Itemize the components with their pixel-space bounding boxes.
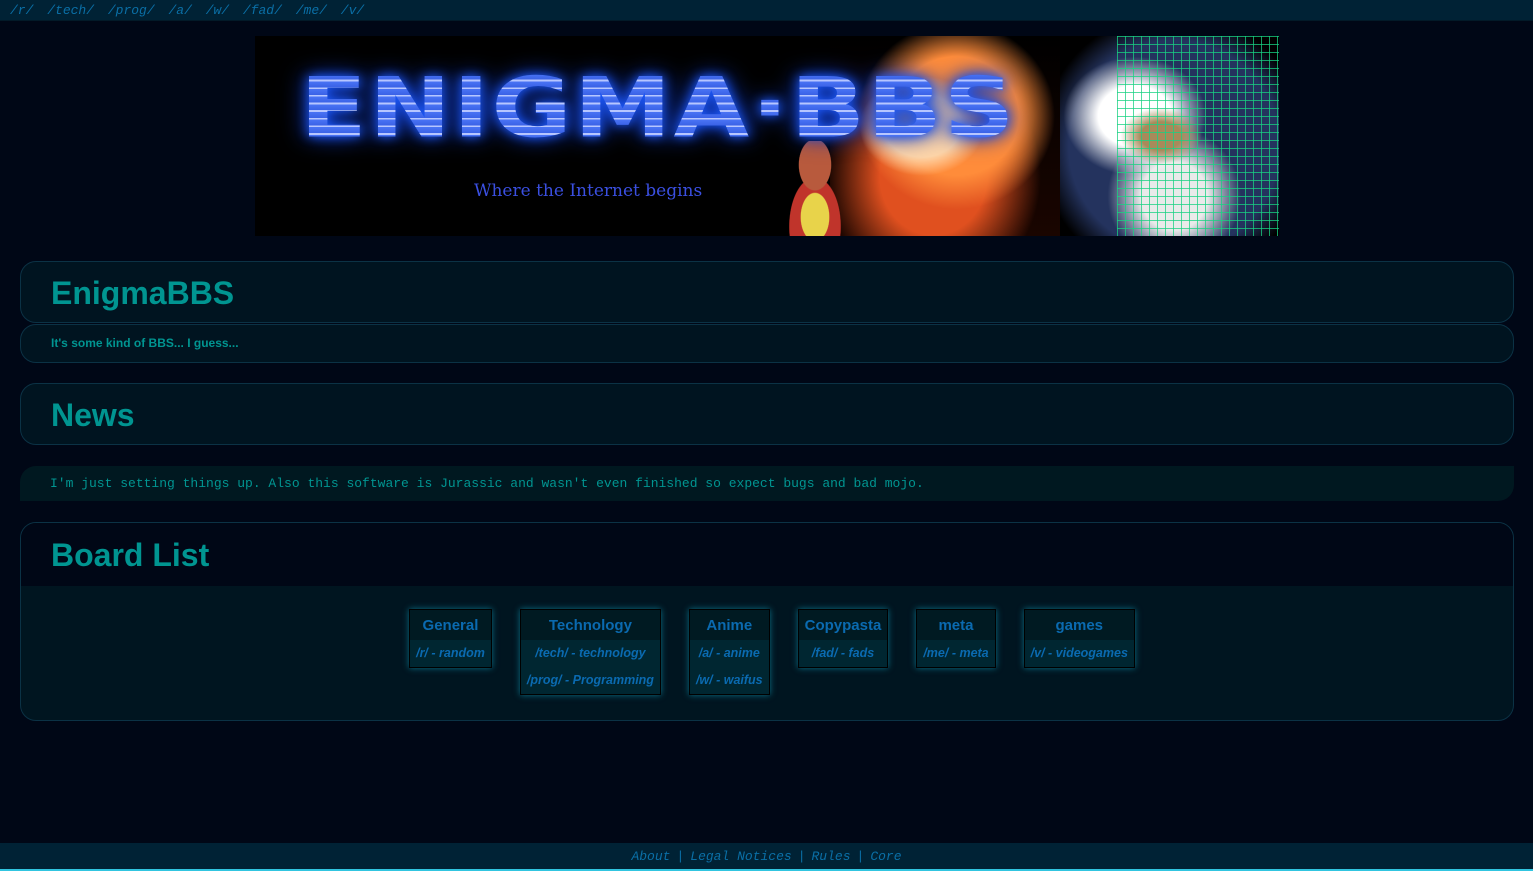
footer-nav: About | Legal Notices | Rules | Core <box>0 843 1533 871</box>
news-title: News <box>51 397 135 433</box>
top-board-nav: /r/ /tech/ /prog/ /a/ /w/ /fad/ /me/ /v/ <box>0 0 1533 21</box>
board-categories: General /r/ - random Technology /tech/ -… <box>21 609 1513 695</box>
board-category-technology: Technology /tech/ - technology /prog/ - … <box>519 609 661 695</box>
board-list-panel: Board List General /r/ - random Technolo… <box>20 522 1514 721</box>
category-name: meta <box>917 610 995 640</box>
board-link-r[interactable]: /r/ - random <box>410 640 491 667</box>
site-subtitle-panel: It's some kind of BBS... I guess... <box>20 324 1514 363</box>
board-list-title: Board List <box>51 537 210 573</box>
board-category-general: General /r/ - random <box>409 609 492 668</box>
category-name: Anime <box>689 610 769 640</box>
board-list-header: Board List <box>21 523 1513 586</box>
board-link-v[interactable]: /v/ - videogames <box>1025 640 1134 667</box>
board-link-w[interactable]: /w/ - waifus <box>690 667 769 694</box>
footer-separator: | <box>797 849 806 864</box>
footer-link-legal[interactable]: Legal Notices <box>690 849 791 864</box>
board-link-fad[interactable]: /fad/ - fads <box>799 640 888 667</box>
category-name: games <box>1024 610 1134 640</box>
site-banner: ENIGMA·BBS Where the Internet begins <box>255 36 1279 236</box>
footer-link-core[interactable]: Core <box>870 849 901 864</box>
board-link-a[interactable]: /a/ - anime <box>690 640 769 667</box>
board-category-anime: Anime /a/ - anime /w/ - waifus <box>688 609 770 695</box>
board-category-copypasta: Copypasta /fad/ - fads <box>797 609 889 668</box>
news-text: I'm just setting things up. Also this so… <box>50 476 924 491</box>
news-header-panel: News <box>20 383 1514 445</box>
board-link-prog[interactable]: /prog/ - Programming <box>521 667 660 694</box>
site-title: EnigmaBBS <box>51 275 235 311</box>
footer-link-rules[interactable]: Rules <box>812 849 851 864</box>
nav-link-tech[interactable]: /tech/ <box>47 3 94 18</box>
board-category-games: games /v/ - videogames <box>1023 609 1135 668</box>
footer-separator: | <box>856 849 865 864</box>
footer-link-about[interactable]: About <box>631 849 670 864</box>
site-header-panel: EnigmaBBS <box>20 261 1514 323</box>
nav-link-me[interactable]: /me/ <box>296 3 327 18</box>
category-name: Copypasta <box>798 610 888 640</box>
board-link-me[interactable]: /me/ - meta <box>917 640 994 667</box>
nav-link-r[interactable]: /r/ <box>10 3 33 18</box>
category-name: General <box>410 610 491 640</box>
board-category-meta: meta /me/ - meta <box>916 609 996 668</box>
nav-link-a[interactable]: /a/ <box>168 3 191 18</box>
news-body-panel: I'm just setting things up. Also this so… <box>20 466 1514 501</box>
nav-link-prog[interactable]: /prog/ <box>108 3 155 18</box>
banner-logo: ENIGMA·BBS <box>300 60 1017 157</box>
banner-grid-overlay <box>1117 36 1279 236</box>
board-link-tech[interactable]: /tech/ - technology <box>521 640 660 667</box>
site-subtitle: It's some kind of BBS... I guess... <box>51 336 239 350</box>
nav-link-w[interactable]: /w/ <box>206 3 229 18</box>
category-name: Technology <box>520 610 660 640</box>
banner-tagline: Where the Internet begins <box>474 181 703 201</box>
nav-link-fad[interactable]: /fad/ <box>243 3 282 18</box>
nav-link-v[interactable]: /v/ <box>341 3 364 18</box>
footer-separator: | <box>676 849 685 864</box>
